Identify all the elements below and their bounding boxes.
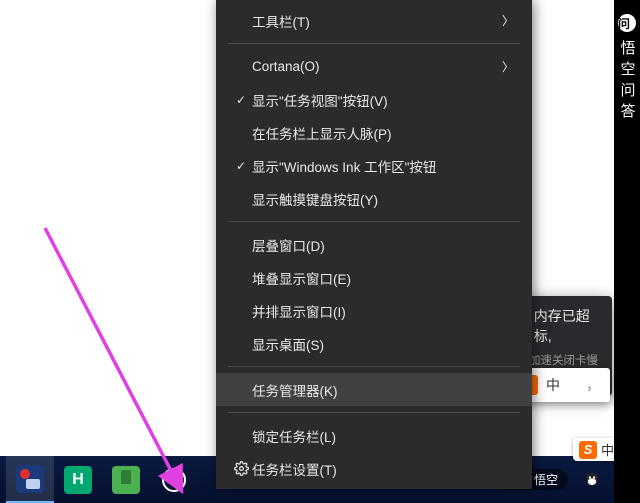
watermark-logo: 问 xyxy=(618,14,636,32)
watermark-strip: 问 悟空问答 xyxy=(614,0,640,503)
tray-qq-icon[interactable] xyxy=(582,470,602,490)
menu-item-lock-taskbar[interactable]: 锁定任务栏(L) xyxy=(216,419,532,452)
menu-item-people[interactable]: 在任务栏上显示人脉(P) xyxy=(216,116,532,149)
menu-item-cortana[interactable]: Cortana(O) 〉 xyxy=(216,50,532,83)
taskbar-app-store[interactable] xyxy=(102,456,150,503)
ime-mode: 中 xyxy=(546,375,560,395)
menu-item-ink[interactable]: ✓ 显示"Windows Ink 工作区"按钮 xyxy=(216,149,532,182)
tray-ime-badge[interactable]: S 中 xyxy=(573,438,620,461)
wukong-text: 悟空 xyxy=(534,471,558,488)
taskbar-context-menu: 工具栏(T) 〉 Cortana(O) 〉 ✓ 显示"任务视图"按钮(V) 在任… xyxy=(216,0,532,489)
check-icon: ✓ xyxy=(230,93,252,107)
notification-title: 内存已超标, xyxy=(534,306,600,346)
menu-label: 工具栏(T) xyxy=(252,11,502,31)
menu-separator xyxy=(228,366,520,367)
menu-item-show-desktop[interactable]: 显示桌面(S) xyxy=(216,327,532,360)
menu-label: 任务栏设置(T) xyxy=(252,459,514,479)
menu-item-task-manager[interactable]: 任务管理器(K) xyxy=(216,373,532,406)
menu-label: 并排显示窗口(I) xyxy=(252,301,514,321)
menu-item-taskview[interactable]: ✓ 显示"任务视图"按钮(V) xyxy=(216,83,532,116)
menu-label: 堆叠显示窗口(E) xyxy=(252,268,514,288)
menu-item-taskbar-settings[interactable]: 任务栏设置(T) xyxy=(216,452,532,485)
taskbar-app-capture[interactable] xyxy=(6,456,54,503)
menu-item-touch-keyboard[interactable]: 显示触摸键盘按钮(Y) xyxy=(216,182,532,215)
menu-label: Cortana(O) xyxy=(252,59,502,74)
menu-label: 显示触摸键盘按钮(Y) xyxy=(252,189,514,209)
menu-label: 锁定任务栏(L) xyxy=(252,426,514,446)
menu-label: 显示桌面(S) xyxy=(252,334,514,354)
menu-label: 层叠窗口(D) xyxy=(252,235,514,255)
menu-separator xyxy=(228,43,520,44)
tray-ime-text: 中 xyxy=(601,440,614,459)
menu-item-toolbars[interactable]: 工具栏(T) 〉 xyxy=(216,4,532,37)
menu-item-sidebyside[interactable]: 并排显示窗口(I) xyxy=(216,294,532,327)
menu-label: 任务管理器(K) xyxy=(252,380,514,400)
gear-icon xyxy=(230,461,252,476)
ime-trail: ， xyxy=(586,375,600,395)
menu-label: 在任务栏上显示人脉(P) xyxy=(252,123,514,143)
menu-label: 显示"Windows Ink 工作区"按钮 xyxy=(252,156,514,176)
menu-separator xyxy=(228,412,520,413)
chevron-right-icon: 〉 xyxy=(502,12,514,29)
menu-label: 显示"任务视图"按钮(V) xyxy=(252,90,514,110)
check-icon: ✓ xyxy=(230,159,252,173)
chevron-right-icon: 〉 xyxy=(502,58,514,75)
menu-separator xyxy=(228,221,520,222)
taskbar-cortana-icon[interactable] xyxy=(150,456,198,503)
menu-item-cascade[interactable]: 层叠窗口(D) xyxy=(216,228,532,261)
watermark-text: 悟空问答 xyxy=(617,40,638,124)
taskbar-left: H xyxy=(0,456,198,503)
sogou-s-icon: S xyxy=(579,441,597,459)
taskbar-app-h[interactable]: H xyxy=(54,456,102,503)
menu-item-stack[interactable]: 堆叠显示窗口(E) xyxy=(216,261,532,294)
